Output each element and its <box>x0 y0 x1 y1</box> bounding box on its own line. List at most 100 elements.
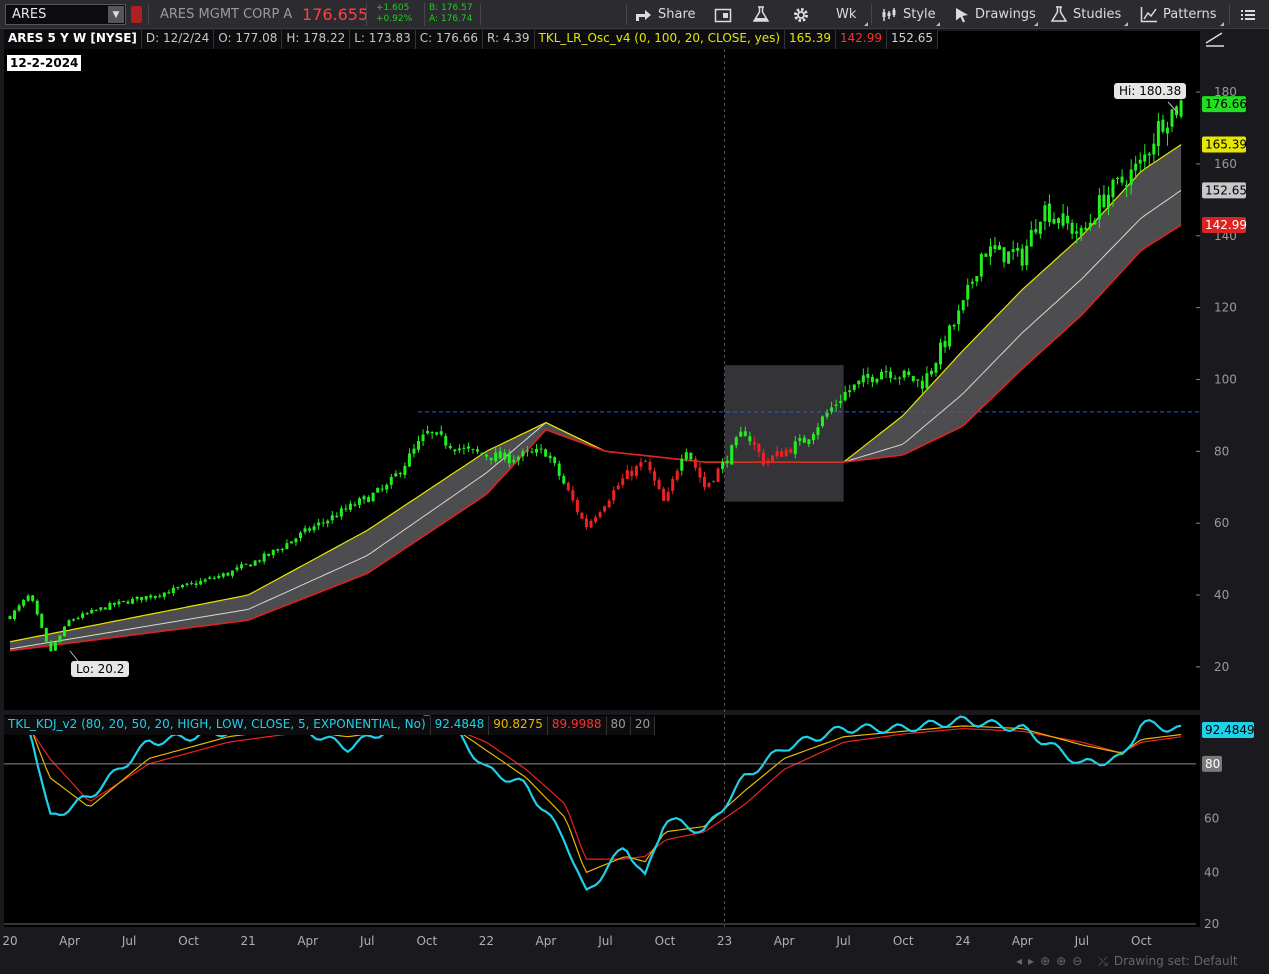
candle-body <box>984 253 988 257</box>
studies-button[interactable]: Studies <box>1050 0 1121 29</box>
candle-body <box>948 325 952 347</box>
legend-open: O: 177.08 <box>214 30 283 49</box>
kdj-tick-label: 20 <box>1204 917 1219 931</box>
drawings-icon <box>956 7 968 22</box>
chart-canvas[interactable]: 2040608010012014016018020406020 Apr Jul Oct… <box>0 29 1269 974</box>
drawing-tool-button[interactable] <box>1204 30 1226 51</box>
patterns-button[interactable]: Patterns <box>1140 0 1217 29</box>
candle-body <box>657 480 661 489</box>
candle-body <box>31 595 35 601</box>
symbol-input[interactable]: ARES ▼ <box>5 4 126 25</box>
candle-body <box>1079 227 1083 236</box>
flask-icon <box>752 6 770 22</box>
candle-body <box>162 592 166 597</box>
candle-body <box>103 607 107 610</box>
candle-body <box>970 281 974 284</box>
candle-body <box>44 627 48 642</box>
share-button[interactable]: Share <box>635 0 696 29</box>
time-tick-label: Oct <box>1131 934 1152 948</box>
candle-body <box>217 575 221 579</box>
candle-body <box>1134 163 1138 171</box>
drawings-button[interactable]: Drawings <box>954 0 1036 29</box>
candle-body <box>1161 119 1165 132</box>
corner-chevron-icon <box>1034 22 1038 26</box>
symbol-link-icon[interactable] <box>131 6 142 23</box>
candle-body <box>993 245 997 250</box>
price-tick-label: 80 <box>1214 444 1229 458</box>
candle-body <box>934 363 938 373</box>
candle-body <box>852 384 856 390</box>
zoom-out-icon[interactable]: ⊖ <box>1072 954 1082 968</box>
time-tick-label: Apr <box>774 934 795 948</box>
style-button[interactable]: Style <box>880 0 936 29</box>
corner-chevron-icon <box>1220 22 1224 26</box>
price-badge-label: 176.66 <box>1205 97 1247 111</box>
candle-body <box>1052 218 1056 224</box>
scroll-left-icon[interactable]: ◂ <box>1016 954 1022 968</box>
candle-body <box>480 452 484 455</box>
candle-body <box>952 324 956 327</box>
scroll-right-icon[interactable]: ▸ <box>1028 954 1034 968</box>
bid-value: B: 176.57 <box>429 3 473 13</box>
candle-body <box>489 457 493 461</box>
candle-body <box>176 587 180 589</box>
candle-body <box>512 459 516 463</box>
candle-body <box>235 567 239 570</box>
candle-body <box>144 596 148 600</box>
timeframe-button[interactable]: Wk <box>836 0 856 29</box>
candle-body <box>298 532 302 538</box>
candle-body <box>421 434 425 442</box>
candle-body <box>725 460 729 464</box>
candle-body <box>13 610 17 619</box>
candle-body <box>571 490 575 501</box>
candle-body <box>153 596 157 598</box>
candle-body <box>866 373 870 378</box>
candle-body <box>72 619 76 621</box>
candle-body <box>916 379 920 381</box>
candle-body <box>1038 221 1042 234</box>
candle-body <box>884 371 888 373</box>
candle-body <box>194 583 198 586</box>
legend-title: ARES 5 Y W [NYSE] <box>4 30 142 49</box>
candle-body <box>339 508 343 517</box>
menu-button[interactable] <box>1241 0 1255 29</box>
candle-body <box>662 488 666 501</box>
candle-body <box>1047 203 1051 223</box>
zoom-icon[interactable]: ⊕ <box>1040 954 1050 968</box>
price-tick-label: 120 <box>1214 301 1237 315</box>
net-change: +1.605 +0.92% <box>366 3 423 26</box>
candle-body <box>548 455 552 459</box>
candle-body <box>643 460 647 462</box>
candle-body <box>158 595 162 597</box>
candle-body <box>208 577 212 579</box>
candle-body <box>85 613 89 615</box>
candle-body <box>376 487 380 493</box>
candle-body <box>743 431 747 437</box>
candle-body <box>171 587 175 594</box>
flask-button[interactable] <box>752 0 770 29</box>
drawing-set-label[interactable]: Drawing set: Default <box>1114 954 1238 968</box>
candle-body <box>249 564 253 567</box>
high-label: Hi: 180.38 <box>1114 83 1187 99</box>
candle-body <box>389 476 393 485</box>
calendar-button[interactable] <box>714 0 732 29</box>
corner-chevron-icon <box>864 22 868 26</box>
time-tick-label: Jul <box>121 934 136 948</box>
candle-body <box>167 592 171 594</box>
symbol-dropdown-chevron-icon[interactable]: ▼ <box>108 6 124 23</box>
candle-body <box>81 613 85 618</box>
candle-body <box>203 579 207 582</box>
candle-body <box>1043 205 1047 222</box>
zoom-in-icon[interactable]: ⊕ <box>1056 954 1066 968</box>
candle-body <box>698 467 702 478</box>
candle-body <box>49 641 53 651</box>
settings-button[interactable] <box>792 0 810 29</box>
highlight-box <box>724 365 844 502</box>
candle-body <box>1165 127 1169 134</box>
candle-body <box>925 373 929 389</box>
candle-body <box>1057 218 1061 224</box>
candle-body <box>766 460 770 464</box>
net-change-percent: +0.92% <box>376 14 413 24</box>
candle-body <box>630 470 634 476</box>
candle-body <box>734 437 738 446</box>
